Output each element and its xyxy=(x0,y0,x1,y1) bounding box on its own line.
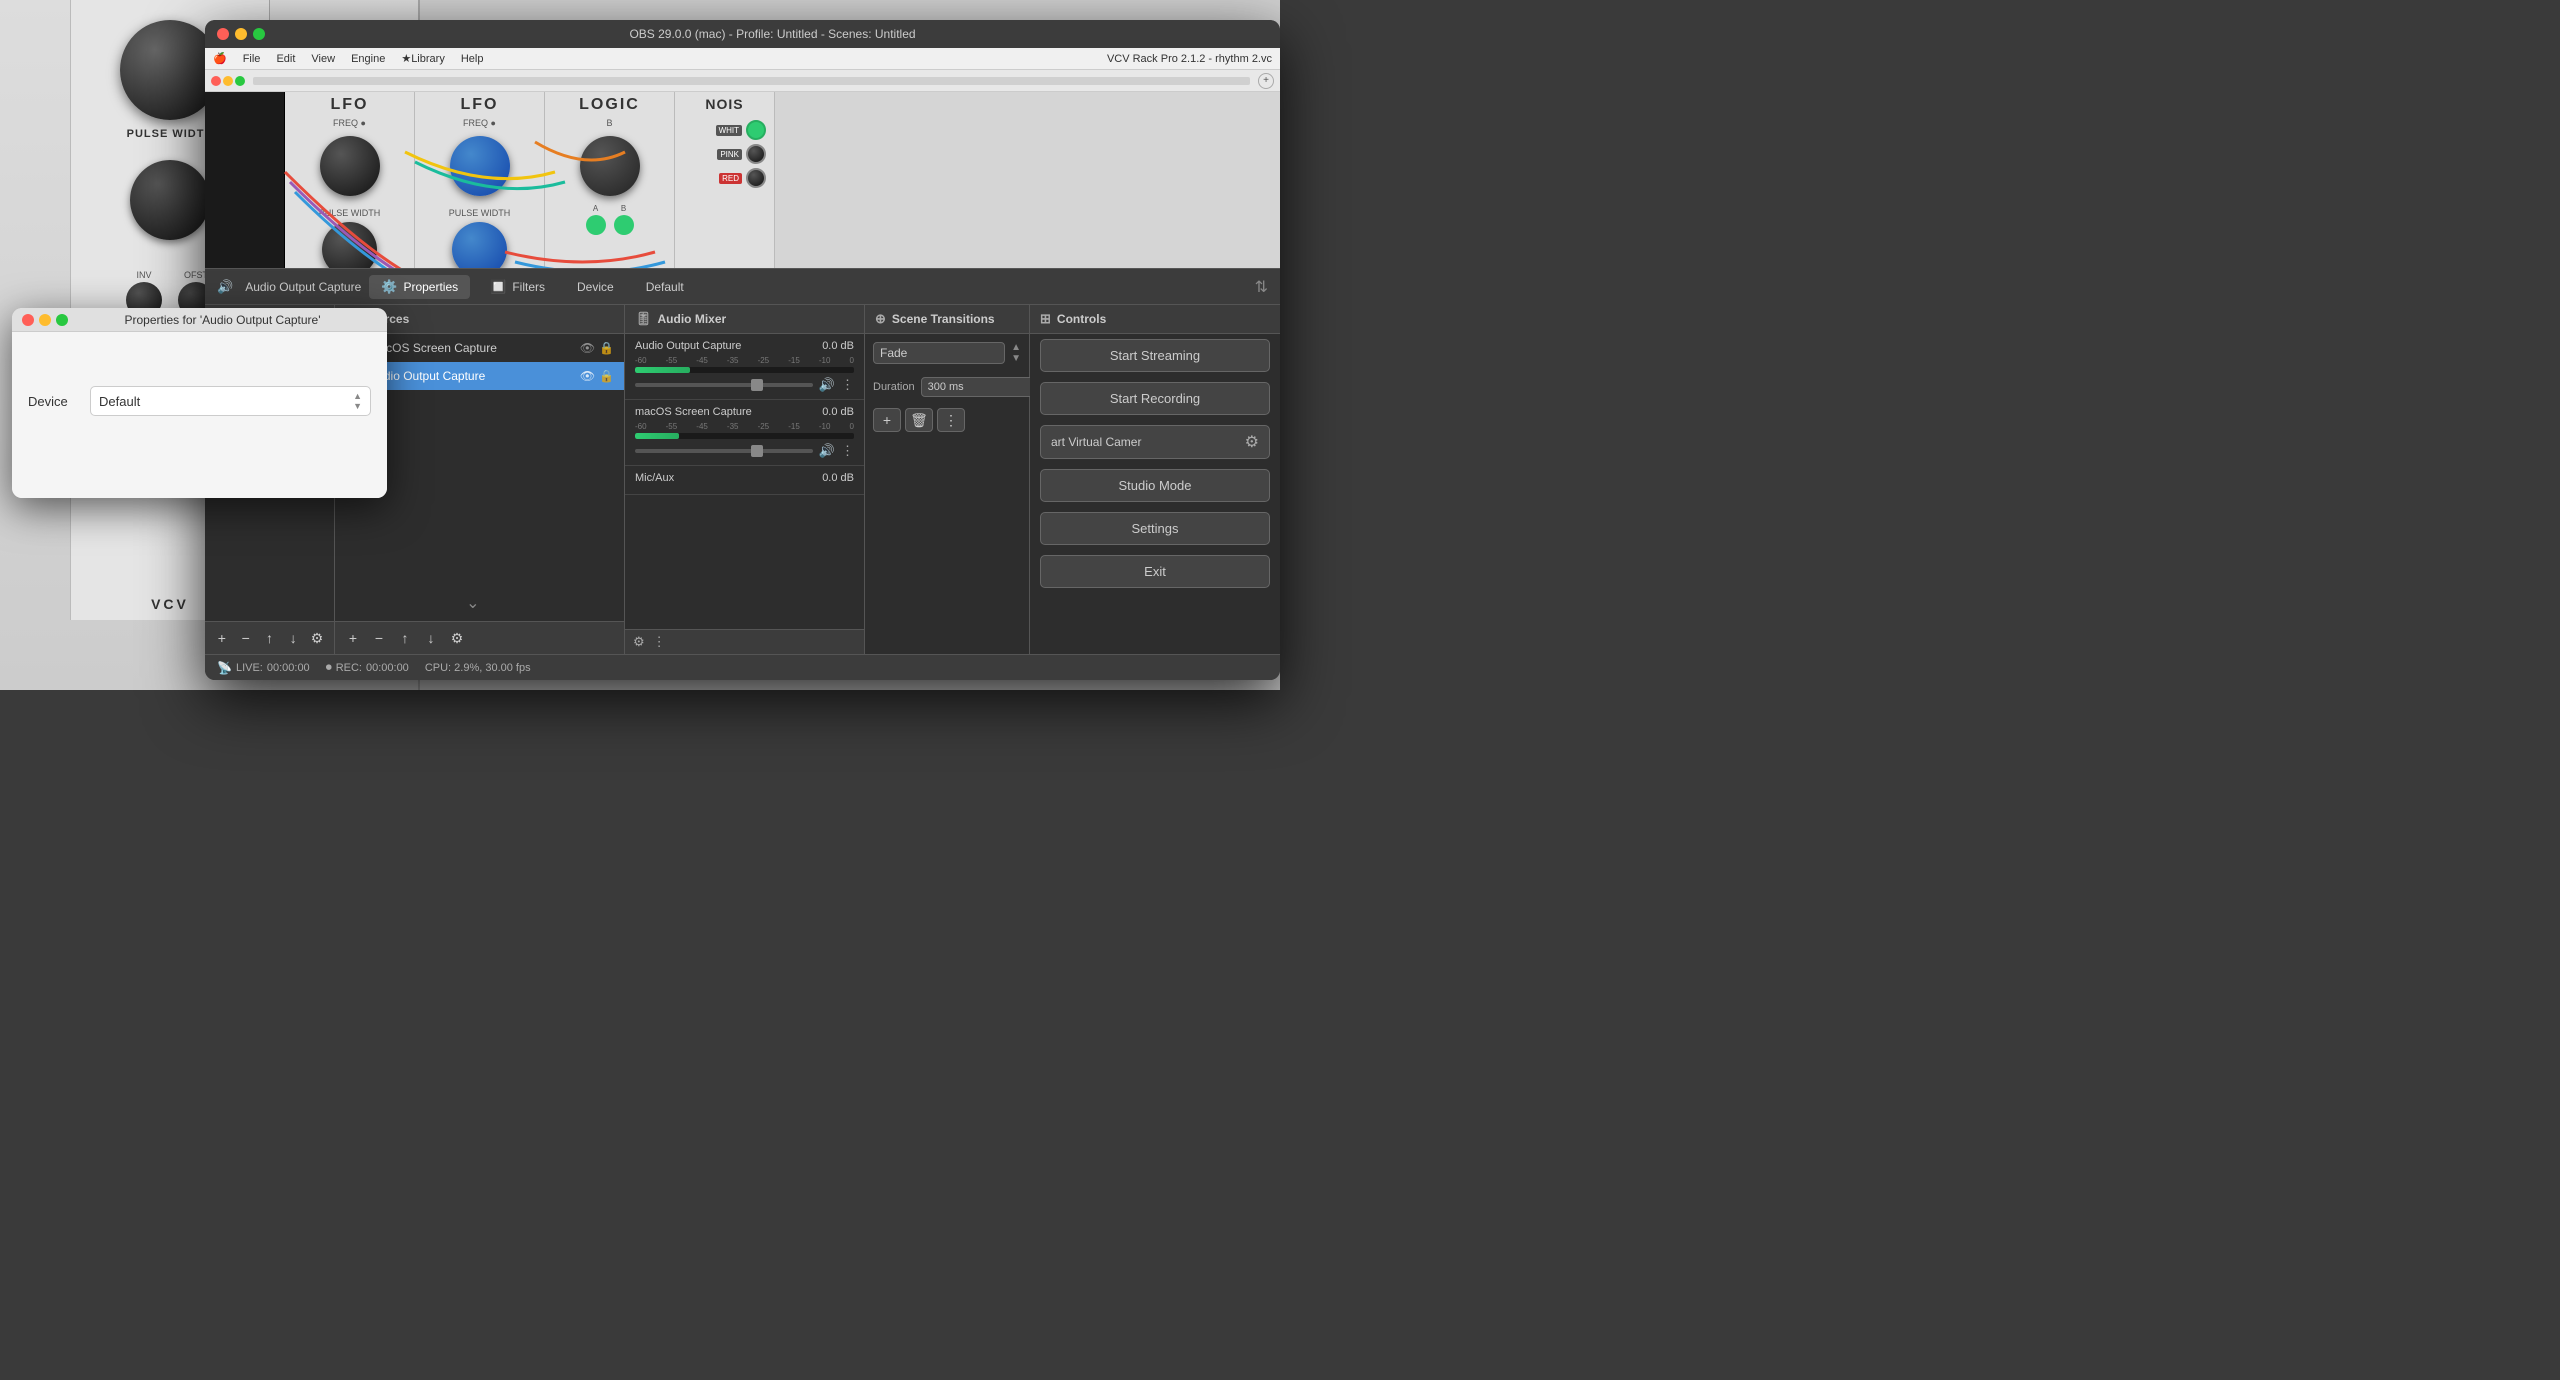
audio-meter-labels-1: -60-55-45-35-25-15-100 xyxy=(635,356,854,365)
dialog-maximize-button[interactable] xyxy=(56,314,68,326)
transition-type-select[interactable]: Fade Cut Swipe xyxy=(873,342,1005,364)
audio-bottom-bar: ⚙ ⋮ xyxy=(625,629,864,654)
preview-content: 🍎 FileEditViewEngine★LibraryHelp VCV Rac… xyxy=(205,48,1280,268)
source-up-button[interactable]: ↑ xyxy=(393,626,417,650)
remove-source-button[interactable]: − xyxy=(367,626,391,650)
source-audio-lock-button[interactable]: 🔒 xyxy=(599,369,614,383)
controls-header: ⊞ Controls xyxy=(1030,305,1280,334)
source-lock-button[interactable]: 🔒 xyxy=(599,341,614,355)
minimize-button[interactable] xyxy=(235,28,247,40)
pulse-width-label: PULSE WIDTH xyxy=(127,128,214,140)
virtual-camera-gear[interactable]: ⚙ xyxy=(1245,432,1259,452)
dialog-traffic-lights[interactable] xyxy=(22,314,68,326)
exit-button[interactable]: Exit xyxy=(1040,555,1270,588)
maximize-button[interactable] xyxy=(253,28,265,40)
settings-button[interactable]: Settings xyxy=(1040,512,1270,545)
audio-menu-button-2[interactable]: ⋮ xyxy=(841,443,854,459)
device-select[interactable]: Default ▲▼ xyxy=(90,386,371,416)
transition-type-row: Fade Cut Swipe ▲▼ xyxy=(865,334,1029,372)
dialog-title: Properties for 'Audio Output Capture' xyxy=(68,313,377,327)
properties-dialog-content: Device Default ▲▼ xyxy=(12,332,387,498)
traffic-lights[interactable] xyxy=(217,28,265,40)
start-recording-button[interactable]: Start Recording xyxy=(1040,382,1270,415)
transitions-icon: ⊕ xyxy=(875,311,886,327)
expand-button[interactable]: ⇅ xyxy=(1255,277,1268,297)
sources-bottom-bar: + − ↑ ↓ ⚙ xyxy=(335,621,624,654)
controls-panel: ⊞ Controls Start Streaming Start Recordi… xyxy=(1030,305,1280,654)
scene-down-button[interactable]: ↓ xyxy=(282,626,304,650)
scene-up-button[interactable]: ↑ xyxy=(259,626,281,650)
cpu-status: CPU: 2.9%, 30.00 fps xyxy=(425,662,531,674)
scene-transitions-panel: ⊕ Scene Transitions Fade Cut Swipe ▲▼ Du… xyxy=(865,305,1030,654)
device-value-tab: Default xyxy=(634,276,696,298)
add-scene-button[interactable]: + xyxy=(211,626,233,650)
audio-meter-2 xyxy=(635,433,854,439)
audio-fader-row-1: 🔊 ⋮ xyxy=(635,377,854,393)
audio-extra-button[interactable]: ⋮ xyxy=(653,634,666,650)
transition-buttons-row: + 🗑 ⋮ xyxy=(865,402,1029,438)
audio-meter-1 xyxy=(635,367,854,373)
properties-dialog-titlebar: Properties for 'Audio Output Capture' xyxy=(12,308,387,332)
audio-mute-button-2[interactable]: 🔊 xyxy=(819,443,835,459)
start-streaming-button[interactable]: Start Streaming xyxy=(1040,339,1270,372)
vcv-title: VCV Rack Pro 2.1.2 - rhythm 2.vc xyxy=(1107,53,1272,65)
source-macos-actions: 👁 🔒 xyxy=(580,341,614,355)
obs-statusbar: 📡 LIVE: 00:00:00 ⏺ REC: 00:00:00 CPU: 2.… xyxy=(205,654,1280,680)
duration-row: Duration ▲▼ xyxy=(865,372,1029,402)
sources-chevron-down[interactable]: ⌄ xyxy=(466,593,479,613)
audio-mixer-panel: 🎚 Audio Mixer Audio Output Capture 0.0 d… xyxy=(625,305,865,654)
source-audio-actions: 👁 🔒 xyxy=(580,369,614,383)
source-name-display: Audio Output Capture xyxy=(245,280,361,294)
dialog-minimize-button[interactable] xyxy=(39,314,51,326)
audio-track-1: Audio Output Capture 0.0 dB -60-55-45-35… xyxy=(625,334,864,400)
audio-fader-row-2: 🔊 ⋮ xyxy=(635,443,854,459)
scenes-bottom-bar: + − ↑ ↓ ⚙ xyxy=(205,621,334,654)
rec-icon: ⏺ xyxy=(326,660,332,675)
preview-area: 🍎 FileEditViewEngine★LibraryHelp VCV Rac… xyxy=(205,48,1280,268)
controls-icon: ⊞ xyxy=(1040,311,1051,327)
studio-mode-button[interactable]: Studio Mode xyxy=(1040,469,1270,502)
device-row: Device Default ▲▼ xyxy=(28,386,371,416)
audio-track-2: macOS Screen Capture 0.0 dB -60-55-45-35… xyxy=(625,400,864,466)
source-eye-button[interactable]: 👁 xyxy=(580,341,595,355)
audio-mixer-header: 🎚 Audio Mixer xyxy=(625,305,864,334)
source-audio-icon: 🔊 xyxy=(217,279,233,295)
virtual-camera-label: art Virtual Camer xyxy=(1051,435,1245,449)
source-properties-bar: 🔊 Audio Output Capture ⚙️ Properties 🔲 F… xyxy=(205,268,1280,304)
audio-mute-button-1[interactable]: 🔊 xyxy=(819,377,835,393)
audio-fader-2[interactable] xyxy=(635,449,813,453)
transition-arrows[interactable]: ▲▼ xyxy=(1011,342,1021,364)
audio-menu-button-1[interactable]: ⋮ xyxy=(841,377,854,393)
scene-settings-button[interactable]: ⚙ xyxy=(306,626,328,650)
obs-titlebar: OBS 29.0.0 (mac) - Profile: Untitled - S… xyxy=(205,20,1280,48)
audio-gear-button[interactable]: ⚙ xyxy=(633,634,645,650)
add-source-button[interactable]: + xyxy=(341,626,365,650)
audio-track-3: Mic/Aux 0.0 dB xyxy=(625,466,864,495)
audio-fader-1[interactable] xyxy=(635,383,813,387)
properties-tab[interactable]: ⚙️ Properties xyxy=(369,275,470,299)
source-audio-eye-button[interactable]: 👁 xyxy=(580,369,595,383)
source-down-button[interactable]: ↓ xyxy=(419,626,443,650)
window-title: OBS 29.0.0 (mac) - Profile: Untitled - S… xyxy=(277,27,1268,41)
audio-mixer-icon: 🎚 xyxy=(635,311,652,327)
filters-tab[interactable]: 🔲 Filters xyxy=(478,275,557,299)
properties-icon: ⚙️ xyxy=(381,279,397,295)
transitions-header: ⊕ Scene Transitions xyxy=(865,305,1029,334)
add-transition-button[interactable]: + xyxy=(873,408,901,432)
audio-meter-labels-2: -60-55-45-35-25-15-100 xyxy=(635,422,854,431)
transition-menu-button[interactable]: ⋮ xyxy=(937,408,965,432)
device-label: Device xyxy=(28,394,78,409)
live-icon: 📡 xyxy=(217,661,232,675)
properties-dialog: Properties for 'Audio Output Capture' De… xyxy=(12,308,387,498)
source-settings-button[interactable]: ⚙ xyxy=(445,626,469,650)
rec-status: ⏺ REC: 00:00:00 xyxy=(326,660,409,675)
remove-transition-button[interactable]: 🗑 xyxy=(905,408,933,432)
remove-scene-button[interactable]: − xyxy=(235,626,257,650)
virtual-camera-row: art Virtual Camer ⚙ xyxy=(1040,425,1270,459)
filters-icon: 🔲 xyxy=(490,279,506,295)
device-tab[interactable]: Device xyxy=(565,276,626,298)
live-status: 📡 LIVE: 00:00:00 xyxy=(217,661,310,675)
close-button[interactable] xyxy=(217,28,229,40)
dialog-close-button[interactable] xyxy=(22,314,34,326)
